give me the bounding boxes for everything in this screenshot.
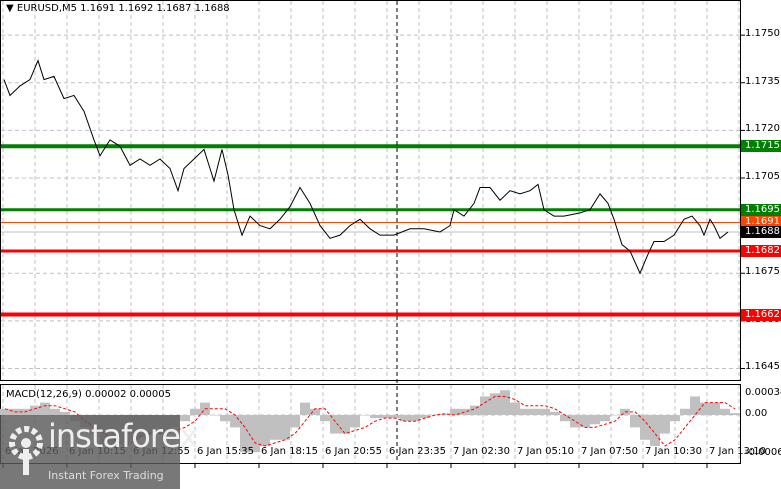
macd-histogram-bar xyxy=(510,402,520,415)
watermark-brand: instaforex xyxy=(48,417,198,455)
time-axis-label: 7 Jan 13:10 xyxy=(709,446,766,457)
macd-histogram-bar xyxy=(260,415,270,446)
macd-histogram-bar xyxy=(270,415,280,440)
macd-axis-label: 0.00 xyxy=(745,408,768,419)
price-axis-label: 1.1750 xyxy=(745,28,780,40)
macd-histogram-bar xyxy=(530,408,540,415)
time-axis-label: 6 Jan 20:55 xyxy=(325,446,382,457)
price-axis-label: 1.1735 xyxy=(745,75,780,87)
level-tag-current: 1.1688 xyxy=(741,225,781,238)
macd-histogram-bar xyxy=(650,415,660,446)
level-tag-support: 1.1662 xyxy=(741,308,781,321)
macd-histogram-bar xyxy=(230,415,240,428)
macd-histogram-bar xyxy=(520,408,530,415)
macd-histogram-bar xyxy=(680,408,690,415)
macd-histogram-bar xyxy=(560,415,570,422)
time-axis-label: 7 Jan 10:30 xyxy=(645,446,702,457)
macd-histogram-bar xyxy=(290,415,300,428)
macd-title: MACD(12,26,9) 0.00002 0.00005 xyxy=(6,389,172,400)
symbol-info-text: EURUSD,M5 1.1691 1.1692 1.1687 1.1688 xyxy=(16,3,230,14)
macd-histogram-bar xyxy=(630,415,640,428)
macd-histogram-bar xyxy=(350,415,360,428)
macd-histogram-bar xyxy=(710,402,720,415)
time-axis-label: 6 Jan 18:15 xyxy=(261,446,318,457)
macd-histogram-bar xyxy=(660,415,670,434)
macd-histogram-bar xyxy=(300,402,310,415)
instaforex-logo-icon xyxy=(9,426,43,475)
time-axis-label: 7 Jan 02:30 xyxy=(453,446,510,457)
macd-histogram-bar xyxy=(640,415,650,440)
macd-histogram-bar xyxy=(280,415,290,440)
macd-histogram-bar xyxy=(570,415,580,428)
price-axis-label: 1.1675 xyxy=(745,266,780,278)
macd-histogram-bar xyxy=(590,415,600,425)
macd-histogram-bar xyxy=(730,413,740,415)
macd-histogram-bar xyxy=(220,415,230,422)
instaforex-watermark: instaforex Instant Forex Trading xyxy=(0,415,198,489)
macd-histogram-bar xyxy=(610,415,620,416)
time-axis-label: 7 Jan 07:50 xyxy=(581,446,638,457)
macd-histogram-bar xyxy=(330,415,340,434)
macd-histogram-bar xyxy=(670,415,680,422)
time-axis-label: 6 Jan 15:35 xyxy=(197,446,254,457)
macd-histogram-bar xyxy=(460,408,470,415)
price-axis-label: 1.1705 xyxy=(745,171,780,182)
macd-histogram-bar xyxy=(600,415,610,422)
time-axis-label: 6 Jan 23:35 xyxy=(389,446,446,457)
macd-histogram-bar xyxy=(690,396,700,415)
macd-axis-label: 0.00034 xyxy=(745,386,781,398)
macd-histogram-bar xyxy=(360,415,370,416)
dropdown-triangle-icon[interactable]: ▼ xyxy=(6,3,17,14)
macd-histogram-bar xyxy=(210,415,220,416)
macd-histogram-bar xyxy=(310,408,320,415)
macd-histogram-bar xyxy=(500,390,510,415)
macd-histogram-bar xyxy=(720,408,730,415)
time-axis-label: 7 Jan 05:10 xyxy=(517,446,574,457)
macd-histogram-bar xyxy=(400,415,410,422)
macd-histogram-bar xyxy=(190,408,200,415)
macd-histogram-bar xyxy=(320,415,330,422)
level-tag-resistance: 1.1695 xyxy=(741,203,781,216)
macd-histogram-bar xyxy=(700,402,710,415)
price-axis-label: 1.1720 xyxy=(745,123,780,135)
macd-histogram-bar xyxy=(540,408,550,415)
level-tag-support: 1.1682 xyxy=(741,245,781,258)
macd-histogram-bar xyxy=(370,415,380,419)
watermark-tagline: Instant Forex Trading xyxy=(48,469,164,482)
price-axis-label: 1.1645 xyxy=(745,361,780,373)
price-line xyxy=(3,59,729,275)
macd-histogram-bar xyxy=(550,411,560,415)
macd-histogram-bar xyxy=(480,396,490,415)
level-tag-resistance: 1.1715 xyxy=(741,140,781,153)
macd-histogram-bar xyxy=(340,415,350,434)
symbol-info: ▼ EURUSD,M5 1.1691 1.1692 1.1687 1.1688 xyxy=(6,3,230,14)
macd-histogram-bar xyxy=(40,402,50,415)
